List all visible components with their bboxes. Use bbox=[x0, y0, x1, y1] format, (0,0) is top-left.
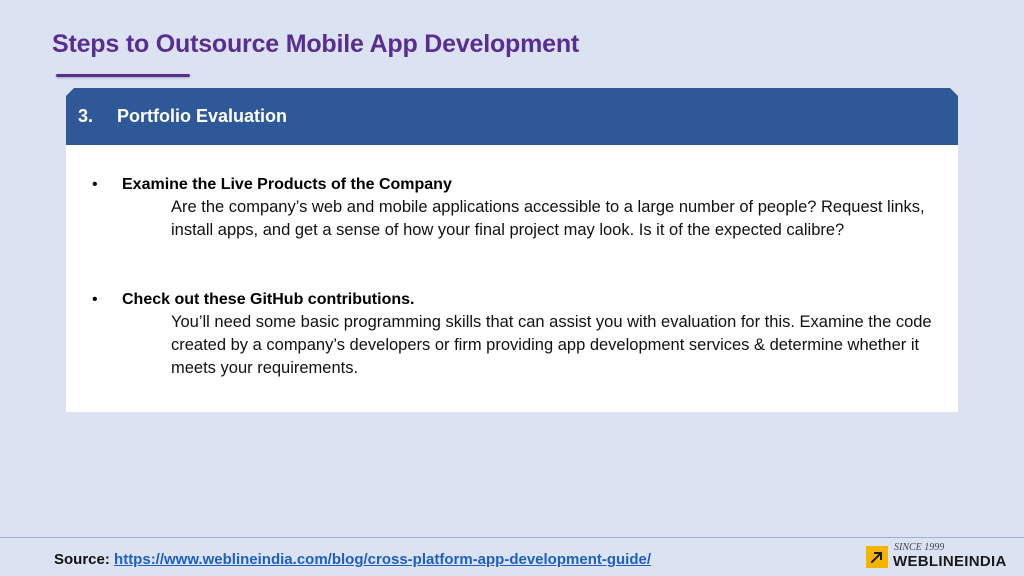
bullet-body: Are the company’s web and mobile applica… bbox=[171, 198, 925, 239]
section-title: Portfolio Evaluation bbox=[117, 106, 288, 126]
bullet-heading: Examine the Live Products of the Company bbox=[122, 176, 452, 193]
logo-name: WEBLINEINDIA bbox=[893, 553, 1007, 570]
footer-divider bbox=[0, 537, 1024, 538]
title-underline bbox=[56, 74, 190, 77]
arrow-up-right-icon bbox=[866, 546, 888, 568]
slide-title: Steps to Outsource Mobile App Developmen… bbox=[52, 30, 580, 58]
section-number: 3. bbox=[78, 106, 94, 126]
source-label: Source: bbox=[54, 551, 110, 568]
source-link[interactable]: https://www.weblineindia.com/blog/cross-… bbox=[114, 551, 651, 568]
company-logo: SINCE 1999 WEBLINEINDIA bbox=[866, 542, 1022, 574]
bullet-marker: • bbox=[92, 176, 98, 193]
source-citation: Source: https://www.weblineindia.com/blo… bbox=[54, 551, 651, 568]
logo-since: SINCE 1999 bbox=[894, 542, 945, 553]
bullet-body: You’ll need some basic programming skill… bbox=[171, 313, 932, 377]
content-box: • Examine the Live Products of the Compa… bbox=[66, 145, 958, 412]
bullet-heading: Check out these GitHub contributions. bbox=[122, 291, 415, 308]
bullet-marker: • bbox=[92, 291, 98, 308]
section-header: 3. Portfolio Evaluation bbox=[66, 88, 958, 145]
